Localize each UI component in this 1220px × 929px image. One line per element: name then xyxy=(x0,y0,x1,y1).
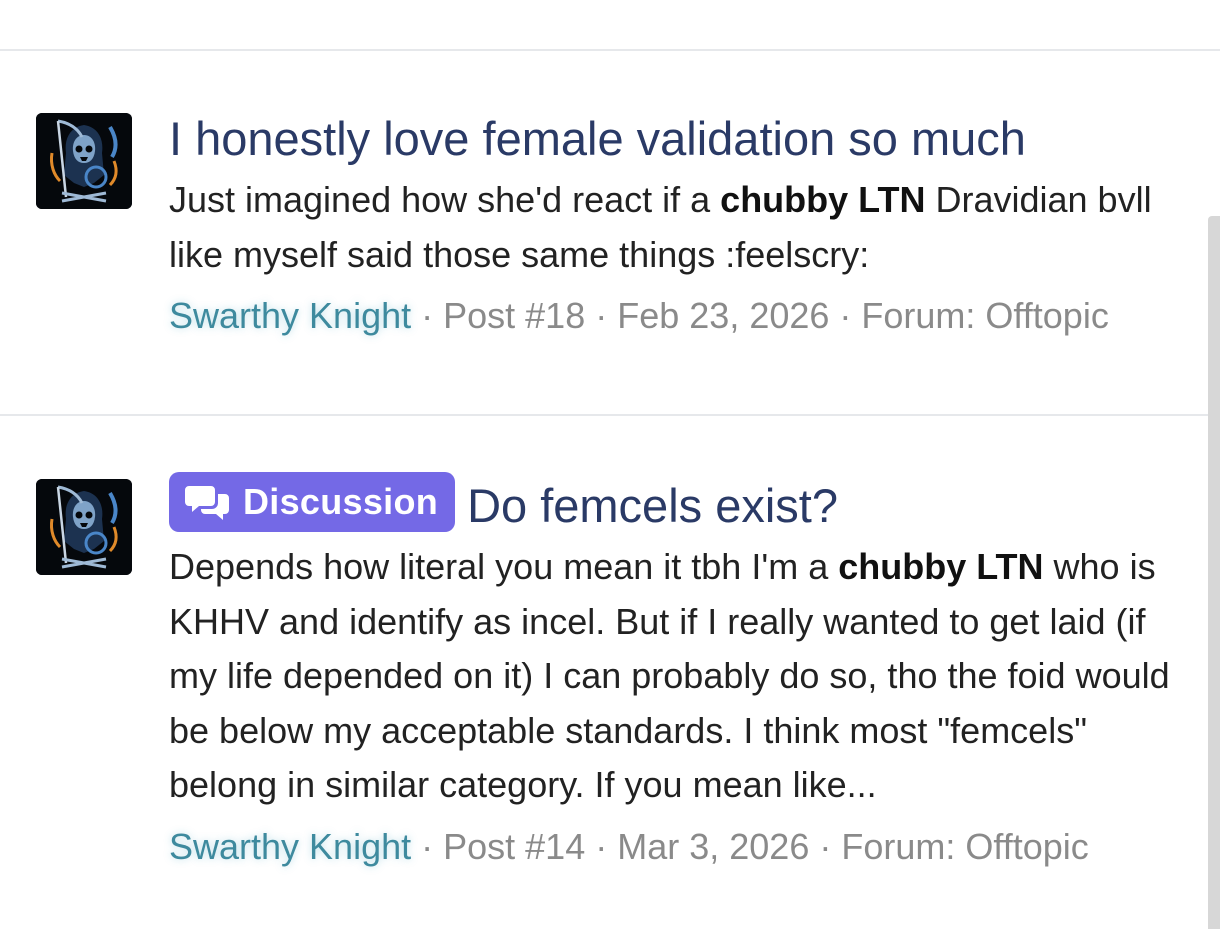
search-results-page: I honestly love female validation so muc… xyxy=(0,0,1220,929)
meta-separator: · xyxy=(809,825,842,867)
result-body: I honestly love female validation so muc… xyxy=(169,111,1179,340)
meta-separator: · xyxy=(585,295,618,336)
scrollbar[interactable] xyxy=(1208,216,1220,929)
snippet-text: Just imagined how she'd react if a xyxy=(169,179,721,220)
meta-separator: · xyxy=(411,825,444,867)
divider xyxy=(0,414,1220,416)
meta-separator: · xyxy=(585,825,618,867)
snippet-text: Depends how literal you mean it tbh I'm … xyxy=(169,546,839,587)
author-link[interactable]: Swarthy Knight xyxy=(169,826,411,867)
divider xyxy=(0,49,1220,51)
result-title: Do femcels exist? xyxy=(467,478,838,534)
post-date: Feb 23, 2026 xyxy=(617,295,830,336)
avatar[interactable] xyxy=(36,113,132,209)
result-snippet: Depends how literal you mean it tbh I'm … xyxy=(169,540,1179,813)
result-snippet: Just imagined how she'd react if a chubb… xyxy=(169,173,1179,282)
result-title-row: Discussion Do femcels exist? xyxy=(169,472,1179,536)
result-meta: Swarthy Knight · Post #14 · Mar 3, 2026 … xyxy=(169,823,1179,871)
comments-icon xyxy=(185,486,229,520)
avatar[interactable] xyxy=(36,479,132,575)
grim-reaper-avatar-icon xyxy=(36,479,132,575)
prefix-label: Discussion xyxy=(243,481,439,522)
result-body: Discussion Do femcels exist? Depends how… xyxy=(169,472,1179,871)
snippet-highlight: chubby LTN xyxy=(720,179,926,220)
author-link[interactable]: Swarthy Knight xyxy=(169,295,411,336)
grim-reaper-avatar-icon xyxy=(36,113,132,209)
result-title-link[interactable]: I honestly love female validation so muc… xyxy=(169,112,1026,165)
meta-separator: · xyxy=(829,295,862,336)
result-meta: Swarthy Knight · Post #18 · Feb 23, 2026… xyxy=(169,292,1179,340)
forum-link[interactable]: Forum: Offtopic xyxy=(861,295,1108,336)
result-title-link[interactable]: Do femcels exist? xyxy=(467,479,838,532)
forum-link[interactable]: Forum: Offtopic xyxy=(841,826,1088,867)
post-link[interactable]: Post #18 xyxy=(443,295,585,336)
result-title: I honestly love female validation so muc… xyxy=(169,111,1179,167)
discussion-prefix-badge[interactable]: Discussion xyxy=(169,472,456,532)
post-date: Mar 3, 2026 xyxy=(617,825,810,867)
meta-separator: · xyxy=(411,295,444,336)
snippet-highlight: chubby LTN xyxy=(838,546,1044,587)
post-link[interactable]: Post #14 xyxy=(443,826,585,867)
